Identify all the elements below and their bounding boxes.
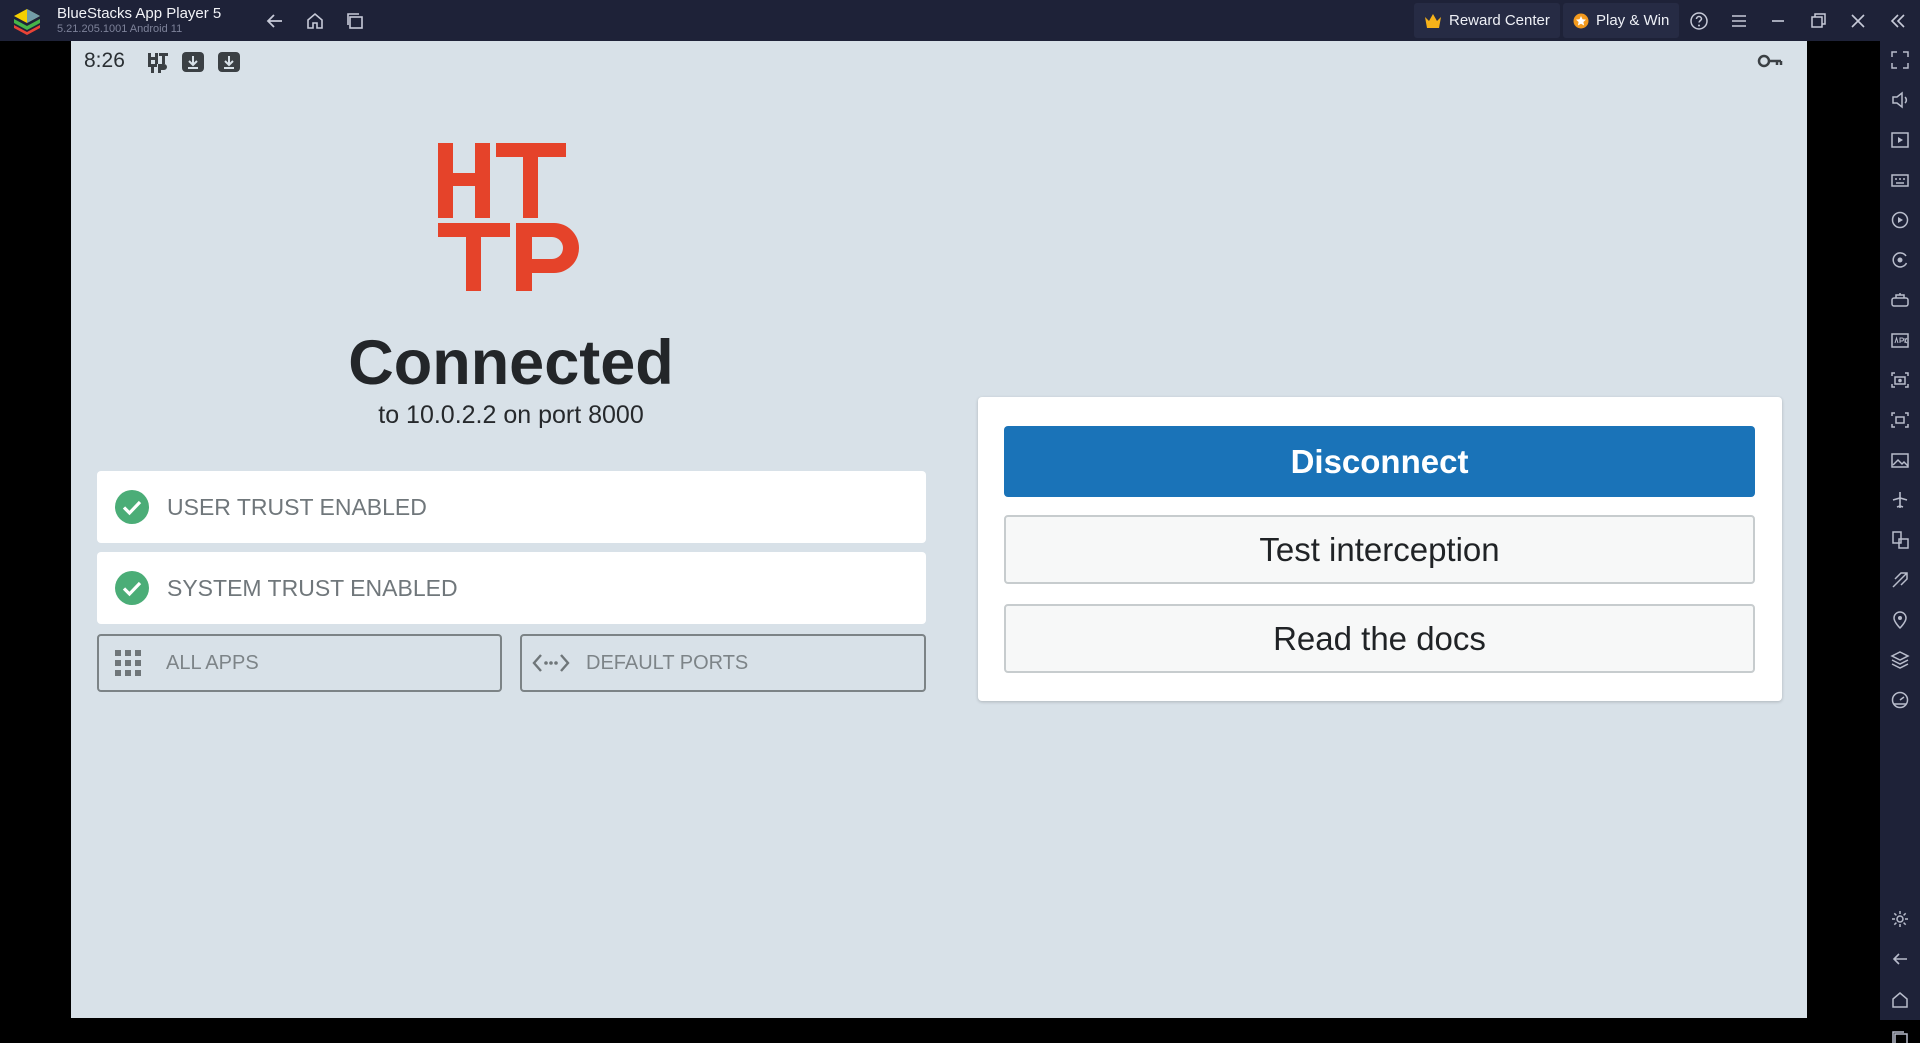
check-circle-icon: [115, 571, 149, 605]
back-arrow-icon[interactable]: [262, 8, 288, 34]
title-bar: BlueStacks App Player 5 5.21.205.1001 An…: [0, 0, 1920, 41]
gamepad-icon[interactable]: [1890, 290, 1910, 310]
grid-icon: [115, 650, 141, 676]
recent-apps-icon[interactable]: [342, 8, 368, 34]
play-win-label: Play & Win: [1596, 12, 1670, 29]
apk-icon[interactable]: [1890, 330, 1910, 350]
android-screen: 8:26 Connected to 10.0.2.2 on port 8000 …: [71, 41, 1807, 1018]
android-back-icon[interactable]: [1890, 949, 1910, 969]
play-win-button[interactable]: Play & Win: [1563, 3, 1680, 38]
volume-icon[interactable]: [1890, 90, 1910, 110]
record-icon[interactable]: [1890, 410, 1910, 430]
help-icon[interactable]: [1686, 8, 1712, 34]
connection-status-title: Connected: [348, 328, 674, 398]
gallery-icon[interactable]: [1890, 450, 1910, 470]
play-win-icon: [1573, 13, 1589, 28]
default-ports-button[interactable]: DEFAULT PORTS: [520, 634, 926, 692]
all-apps-label: ALL APPS: [166, 651, 259, 674]
close-icon[interactable]: [1845, 8, 1871, 34]
media-icon[interactable]: [1890, 130, 1910, 150]
http-toolkit-notification-icon: [148, 53, 168, 73]
multi-instance-icon[interactable]: [1890, 530, 1910, 550]
android-home-icon[interactable]: [1890, 990, 1910, 1010]
sync-icon[interactable]: [1890, 250, 1910, 270]
download-notification-icon: [218, 52, 240, 72]
system-trust-card: SYSTEM TRUST ENABLED: [97, 552, 926, 624]
screenshot-icon[interactable]: [1890, 370, 1910, 390]
home-icon[interactable]: [302, 8, 328, 34]
layers-icon[interactable]: [1890, 650, 1910, 670]
restore-icon[interactable]: [1805, 8, 1831, 34]
performance-icon[interactable]: [1890, 690, 1910, 710]
eco-mode-icon[interactable]: [1890, 570, 1910, 590]
app-title: BlueStacks App Player 5: [57, 5, 222, 22]
user-trust-label: USER TRUST ENABLED: [167, 493, 427, 520]
code-arrows-icon: [532, 654, 570, 672]
collapse-sidebar-icon[interactable]: [1885, 8, 1911, 34]
reward-center-label: Reward Center: [1449, 12, 1550, 29]
reward-center-button[interactable]: Reward Center: [1414, 3, 1560, 38]
user-trust-card: USER TRUST ENABLED: [97, 471, 926, 543]
download-notification-icon: [182, 52, 204, 72]
crown-icon: [1425, 13, 1441, 28]
vpn-key-icon: [1757, 54, 1783, 68]
android-recents-icon[interactable]: [1890, 1029, 1910, 1043]
macro-icon[interactable]: [1890, 210, 1910, 230]
fullscreen-icon[interactable]: [1890, 50, 1910, 70]
app-version: 5.21.205.1001 Android 11: [57, 23, 183, 35]
read-docs-button[interactable]: Read the docs: [1004, 604, 1755, 673]
default-ports-label: DEFAULT PORTS: [586, 651, 749, 674]
status-time: 8:26: [84, 49, 125, 72]
system-trust-label: SYSTEM TRUST ENABLED: [167, 574, 458, 601]
check-circle-icon: [115, 490, 149, 524]
http-toolkit-logo: [438, 143, 579, 291]
menu-icon[interactable]: [1726, 8, 1752, 34]
connection-details: to 10.0.2.2 on port 8000: [378, 401, 644, 429]
actions-panel: Disconnect Test interception Read the do…: [978, 397, 1782, 701]
disconnect-button[interactable]: Disconnect: [1004, 426, 1755, 497]
all-apps-button[interactable]: ALL APPS: [97, 634, 502, 692]
airplane-icon[interactable]: [1890, 490, 1910, 510]
bluestacks-logo-icon: [14, 9, 40, 35]
right-sidebar: [1880, 41, 1920, 1043]
location-icon[interactable]: [1890, 610, 1910, 630]
minimize-icon[interactable]: [1765, 8, 1791, 34]
keyboard-icon[interactable]: [1890, 170, 1910, 190]
test-interception-button[interactable]: Test interception: [1004, 515, 1755, 584]
settings-icon[interactable]: [1890, 909, 1910, 929]
